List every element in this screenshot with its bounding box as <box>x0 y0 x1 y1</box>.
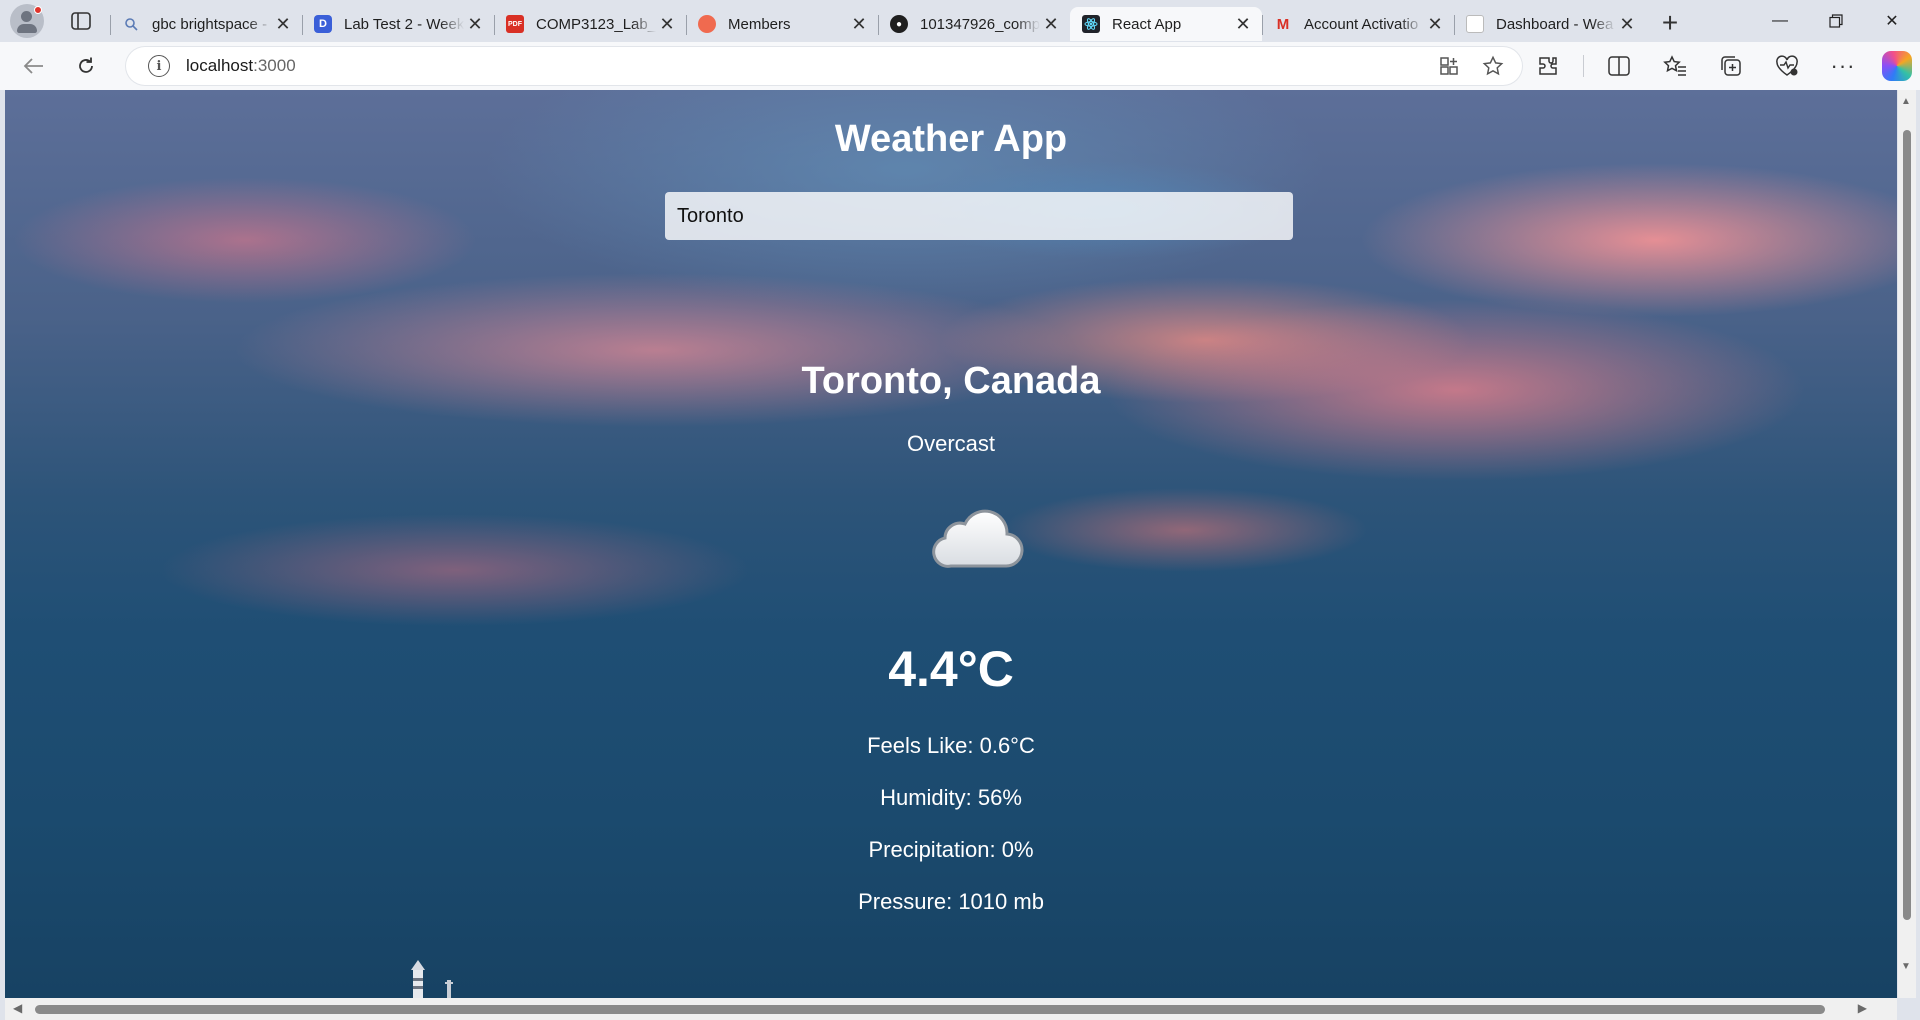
browser-tab-bar: gbc brightspace - ✕ D Lab Test 2 - Week … <box>0 0 1920 42</box>
notification-dot-icon <box>34 6 42 14</box>
browser-tab[interactable]: PDF COMP3123_Lab_T ✕ <box>494 7 686 41</box>
split-screen-icon[interactable] <box>1598 48 1640 84</box>
tab-title: Account Activatio <box>1304 15 1419 33</box>
page-viewport: Weather App Toronto, Canada Overcast 4.4… <box>5 90 1897 998</box>
address-url[interactable]: localhost:3000 <box>186 56 296 76</box>
app-available-icon[interactable] <box>1434 51 1464 81</box>
browser-tab[interactable]: ● 101347926_comp ✕ <box>878 7 1070 41</box>
app-title: Weather App <box>834 118 1068 160</box>
precipitation: Precipitation: 0% <box>868 837 1034 862</box>
location-name: Toronto, Canada <box>801 360 1101 402</box>
vertical-scrollbar[interactable]: ▲ ▼ <box>1898 90 1916 998</box>
react-icon <box>1082 15 1100 33</box>
new-tab-icon[interactable]: + <box>1652 5 1688 41</box>
address-bar[interactable]: i localhost:3000 <box>126 47 1522 85</box>
copilot-icon[interactable] <box>1882 51 1912 81</box>
brightspace-icon: D <box>314 15 332 33</box>
refresh-icon[interactable] <box>68 48 104 84</box>
cloud-icon <box>929 502 1025 572</box>
members-icon <box>698 15 716 33</box>
horizontal-scroll-thumb[interactable] <box>35 1005 1825 1014</box>
browser-tab[interactable]: Members ✕ <box>686 7 878 41</box>
city-search-input[interactable] <box>665 192 1293 240</box>
favorites-icon[interactable] <box>1654 48 1696 84</box>
tab-title: Lab Test 2 - Week <box>344 15 464 33</box>
search-icon <box>122 15 140 33</box>
weather-condition: Overcast <box>906 431 996 456</box>
tab-title: React App <box>1112 15 1182 33</box>
close-tab-icon[interactable]: ✕ <box>656 13 678 35</box>
close-tab-icon[interactable]: ✕ <box>1232 13 1254 35</box>
back-icon[interactable] <box>16 48 52 84</box>
extensions-icon[interactable] <box>1527 48 1569 84</box>
scroll-right-icon[interactable]: ▶ <box>1858 1001 1867 1015</box>
close-tab-icon[interactable]: ✕ <box>1616 13 1638 35</box>
more-options-icon[interactable]: ··· <box>1822 48 1864 84</box>
temperature: 4.4°C <box>888 641 1014 697</box>
gmail-icon: M <box>1276 15 1290 33</box>
favorite-star-icon[interactable] <box>1478 51 1508 81</box>
tab-title: COMP3123_Lab_T <box>536 15 656 33</box>
browser-tab[interactable]: Dashboard - Wea ✕ <box>1454 7 1646 41</box>
scroll-up-icon[interactable]: ▲ <box>1901 96 1911 107</box>
browser-toolbar: i localhost:3000 ··· <box>0 42 1920 90</box>
tab-title: Members <box>728 15 791 33</box>
pressure: Pressure: 1010 mb <box>858 889 1044 914</box>
browser-tab[interactable]: M Account Activatio ✕ <box>1262 7 1454 41</box>
tab-actions-icon[interactable] <box>66 6 96 36</box>
browser-tab-active[interactable]: React App ✕ <box>1070 7 1262 41</box>
collections-icon[interactable] <box>1710 48 1752 84</box>
page-icon <box>1466 15 1484 33</box>
close-tab-icon[interactable]: ✕ <box>848 13 870 35</box>
close-tab-icon[interactable]: ✕ <box>1424 13 1446 35</box>
restore-icon[interactable] <box>1808 0 1864 42</box>
browser-essentials-icon[interactable] <box>1766 48 1808 84</box>
humidity: Humidity: 56% <box>880 785 1022 810</box>
toolbar-actions: ··· <box>1513 48 1912 84</box>
site-info-icon[interactable]: i <box>148 55 170 77</box>
vertical-scroll-thumb[interactable] <box>1903 130 1911 920</box>
window-controls: — ✕ <box>1752 0 1920 42</box>
browser-tab[interactable]: gbc brightspace - ✕ <box>110 7 302 41</box>
close-tab-icon[interactable]: ✕ <box>464 13 486 35</box>
profile-avatar-icon[interactable] <box>10 4 44 38</box>
scroll-down-icon[interactable]: ▼ <box>1901 961 1911 972</box>
weather-app: Weather App Toronto, Canada Overcast 4.4… <box>5 90 1897 998</box>
tab-title: gbc brightspace - <box>152 15 268 33</box>
browser-tab[interactable]: D Lab Test 2 - Week ✕ <box>302 7 494 41</box>
close-tab-icon[interactable]: ✕ <box>1040 13 1062 35</box>
horizontal-scrollbar[interactable]: ◀ ▶ <box>5 998 1897 1020</box>
scroll-left-icon[interactable]: ◀ <box>13 1001 22 1015</box>
github-icon: ● <box>890 15 908 33</box>
close-window-icon[interactable]: ✕ <box>1864 0 1920 42</box>
lighthouse-image <box>411 960 453 998</box>
tab-title: Dashboard - Wea <box>1496 15 1614 33</box>
pdf-icon: PDF <box>506 15 524 33</box>
feels-like: Feels Like: 0.6°C <box>867 733 1035 758</box>
tab-title: 101347926_comp <box>920 15 1040 33</box>
close-tab-icon[interactable]: ✕ <box>272 13 294 35</box>
minimize-icon[interactable]: — <box>1752 0 1808 42</box>
